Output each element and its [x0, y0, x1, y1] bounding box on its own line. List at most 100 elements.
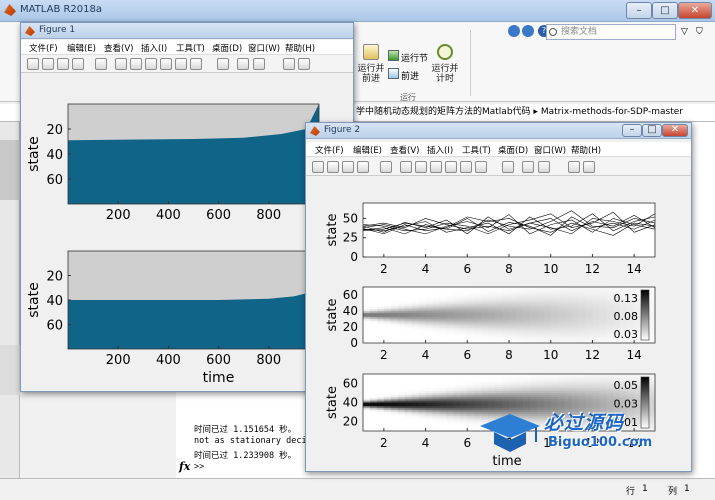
figure-1-window[interactable]: Figure 1 文件(F) 编辑(E) 查看(V) 插入(I) 工具(T) 桌面(D) 窗… — [20, 22, 354, 392]
menu-item-1[interactable]: 编辑(E) — [67, 42, 96, 54]
ribbon-funnel-icon[interactable]: ⛉ — [696, 27, 703, 37]
x-tick-label: 600 — [206, 208, 231, 223]
menu-item-2[interactable]: 查看(V) — [390, 144, 419, 156]
y-axis-label: state — [26, 136, 42, 171]
print-icon[interactable] — [72, 58, 84, 70]
y-tick-label: 40 — [343, 304, 358, 318]
nav-forward-icon[interactable] — [522, 25, 534, 37]
figure-2-toolbar — [306, 158, 691, 176]
command-prompt[interactable]: >> — [194, 462, 204, 472]
x-tick-label: 200 — [106, 353, 131, 368]
x-tick-label: 4 — [422, 436, 430, 450]
menu-item-1[interactable]: 编辑(E) — [353, 144, 382, 156]
fx-icon[interactable]: fx — [179, 460, 190, 473]
zoom-in-icon[interactable] — [400, 161, 412, 173]
stopwatch-icon — [437, 44, 453, 60]
figure-2-close-button[interactable]: ✕ — [662, 124, 688, 137]
path-separator-icon: ▸ — [533, 107, 541, 117]
x-axis-label: time — [203, 370, 235, 386]
insert-colorbar-icon[interactable] — [522, 161, 534, 173]
menu-item-0[interactable]: 文件(F) — [29, 42, 58, 54]
data-cursor-icon[interactable] — [175, 58, 187, 70]
new-figure-icon[interactable] — [312, 161, 324, 173]
figure-logo-icon — [310, 126, 320, 136]
x-tick-label: 12 — [585, 348, 600, 362]
rotate-icon[interactable] — [160, 58, 172, 70]
path-segment-1[interactable]: 学中随机动态规划的矩阵方法的Matlab代码 — [356, 107, 531, 117]
link-icon[interactable] — [217, 58, 229, 70]
zoom-out-icon[interactable] — [415, 161, 427, 173]
open-file-icon[interactable] — [327, 161, 339, 173]
insert-legend-icon[interactable] — [253, 58, 265, 70]
menu-item-2[interactable]: 查看(V) — [104, 42, 133, 54]
save-icon[interactable] — [342, 161, 354, 173]
x-tick-label: 2 — [380, 348, 388, 362]
left-panel-lower — [0, 345, 20, 395]
run-section-button[interactable]: 运行节 — [388, 50, 428, 64]
run-advance-button[interactable]: 运行并 前进 — [356, 44, 386, 90]
y-tick-label: 60 — [46, 173, 63, 188]
menu-item-5[interactable]: 桌面(D) — [212, 42, 242, 54]
figure-2-title-bar[interactable]: Figure 2 – □ ✕ — [306, 123, 691, 139]
figure-1-title-bar[interactable]: Figure 1 — [21, 23, 353, 39]
figure-1-menu-bar: 文件(F) 编辑(E) 查看(V) 插入(I) 工具(T) 桌面(D) 窗口(W) 帮助(H) — [21, 40, 353, 55]
brush-icon[interactable] — [475, 161, 487, 173]
watermark-url: Biguo100.com — [548, 435, 653, 450]
y-tick-label: 20 — [343, 415, 358, 429]
pointer-icon[interactable] — [95, 58, 107, 70]
matlab-logo-icon — [4, 4, 16, 16]
menu-item-5[interactable]: 桌面(D) — [498, 144, 528, 156]
zoom-in-icon[interactable] — [115, 58, 127, 70]
menu-item-3[interactable]: 插入(I) — [427, 144, 453, 156]
menu-item-0[interactable]: 文件(F) — [315, 144, 344, 156]
hide-plot-tools-icon[interactable] — [283, 58, 295, 70]
new-figure-icon[interactable] — [27, 58, 39, 70]
advance-button[interactable]: 前进 — [388, 68, 428, 82]
close-button[interactable]: ✕ — [678, 2, 712, 19]
figure-2-menu-bar: 文件(F) 编辑(E) 查看(V) 插入(I) 工具(T) 桌面(D) 窗口(W) 帮助(H) — [306, 142, 691, 157]
x-tick-label: 14 — [627, 348, 642, 362]
figure-2-maximize-button[interactable]: □ — [642, 124, 662, 137]
path-segment-2[interactable]: Matrix-methods-for-SDP-master — [541, 107, 683, 117]
y-tick-label: 50 — [343, 211, 358, 225]
ribbon-group-divider — [470, 30, 471, 96]
y-tick-label: 60 — [343, 288, 358, 302]
save-icon[interactable] — [57, 58, 69, 70]
insert-colorbar-icon[interactable] — [237, 58, 249, 70]
minimize-button[interactable]: – — [626, 2, 652, 19]
insert-legend-icon[interactable] — [538, 161, 550, 173]
run-time-button[interactable]: 运行并 计时 — [430, 44, 460, 90]
brush-icon[interactable] — [190, 58, 202, 70]
figure-2-minimize-button[interactable]: – — [622, 124, 642, 137]
print-icon[interactable] — [357, 161, 369, 173]
menu-item-6[interactable]: 窗口(W) — [534, 144, 566, 156]
hide-plot-tools-icon[interactable] — [568, 161, 580, 173]
menu-item-3[interactable]: 插入(I) — [141, 42, 167, 54]
left-panel-strip — [0, 140, 20, 200]
documentation-search-input[interactable]: 搜索文档 — [546, 24, 676, 40]
data-cursor-icon[interactable] — [460, 161, 472, 173]
y-tick-label: 25 — [343, 231, 358, 245]
show-plot-tools-icon[interactable] — [583, 161, 595, 173]
ribbon-collapse-icon[interactable]: ▽ — [681, 27, 688, 37]
menu-item-7[interactable]: 帮助(H) — [571, 144, 601, 156]
menu-item-4[interactable]: 工具(T) — [176, 42, 205, 54]
y-tick-label: 20 — [46, 123, 63, 138]
menu-item-7[interactable]: 帮助(H) — [285, 42, 315, 54]
link-icon[interactable] — [502, 161, 514, 173]
x-tick-label: 12 — [585, 262, 600, 276]
show-plot-tools-icon[interactable] — [298, 58, 310, 70]
open-file-icon[interactable] — [42, 58, 54, 70]
colorbar-tick-label: 0.03 — [614, 328, 639, 341]
pan-icon[interactable] — [145, 58, 157, 70]
menu-item-4[interactable]: 工具(T) — [462, 144, 491, 156]
rotate-icon[interactable] — [445, 161, 457, 173]
y-tick-label: 60 — [46, 319, 63, 334]
pointer-icon[interactable] — [380, 161, 392, 173]
maximize-button[interactable]: □ — [652, 2, 678, 19]
zoom-out-icon[interactable] — [130, 58, 142, 70]
pan-icon[interactable] — [430, 161, 442, 173]
x-tick-label: 2 — [380, 262, 388, 276]
menu-item-6[interactable]: 窗口(W) — [248, 42, 280, 54]
nav-back-icon[interactable] — [508, 25, 520, 37]
